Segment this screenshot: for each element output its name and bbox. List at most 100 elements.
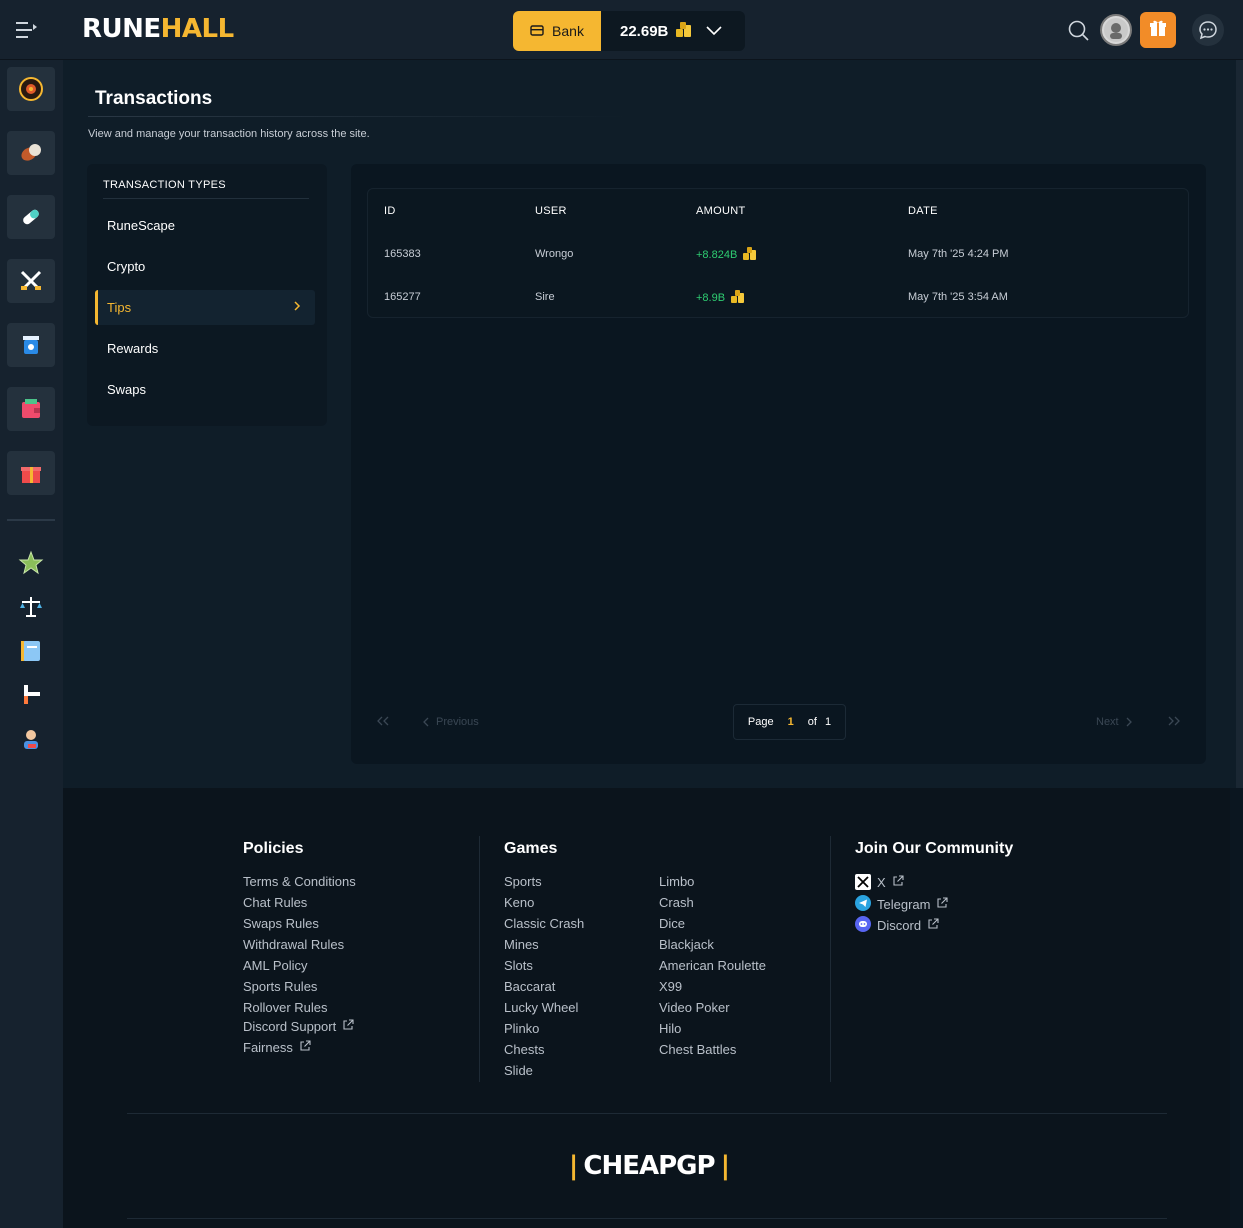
policies-heading: Policies <box>243 840 304 857</box>
type-item-tips[interactable]: Tips <box>95 290 315 325</box>
link-fairness[interactable]: Fairness <box>243 1040 311 1055</box>
sidebar-gift-icon[interactable] <box>7 451 55 495</box>
link-game[interactable]: Sports <box>504 874 542 889</box>
link-game[interactable]: Classic Crash <box>504 916 584 931</box>
cell-amount: +8.9B <box>696 289 746 306</box>
link-swaps-rules[interactable]: Swaps Rules <box>243 916 319 931</box>
link-game[interactable]: Video Poker <box>659 1000 730 1015</box>
link-sports-rules[interactable]: Sports Rules <box>243 979 317 994</box>
link-discord[interactable]: Discord <box>855 916 939 935</box>
sidebar-wallet-icon[interactable] <box>7 387 55 431</box>
sidebar-roulette-icon[interactable] <box>7 67 55 111</box>
link-game[interactable]: Dice <box>659 916 685 931</box>
type-item-crypto[interactable]: Crypto <box>95 249 315 284</box>
cell-amount: +8.824B <box>696 246 758 263</box>
transaction-types-heading: TRANSACTION TYPES <box>103 179 226 191</box>
cell-user: Wrongo <box>535 248 574 260</box>
column-header-amount[interactable]: AMOUNT <box>696 205 745 217</box>
link-game[interactable]: Baccarat <box>504 979 555 994</box>
link-game[interactable]: Chest Battles <box>659 1042 736 1057</box>
footer-separator <box>127 1113 1167 1114</box>
x-icon <box>855 874 871 890</box>
link-game[interactable]: Lucky Wheel <box>504 1000 578 1015</box>
external-link-icon <box>927 918 939 933</box>
transaction-types-divider <box>103 198 309 199</box>
type-item-runescape[interactable]: RuneScape <box>95 208 315 243</box>
sidebar-swords-icon[interactable] <box>7 259 55 303</box>
balance-dropdown[interactable]: 22.69B <box>601 11 745 51</box>
type-item-rewards[interactable]: Rewards <box>95 331 315 366</box>
brand-logo[interactable]: RUNEHALL <box>82 14 234 44</box>
table-row[interactable]: 165277 Sire +8.9B May 7th '25 3:54 AM <box>368 275 1190 317</box>
last-page-button[interactable] <box>1167 716 1181 726</box>
gold-coins-icon <box>742 246 758 263</box>
chevron-down-icon <box>706 23 722 40</box>
link-game[interactable]: American Roulette <box>659 958 766 973</box>
cell-date: May 7th '25 3:54 AM <box>908 291 1008 303</box>
link-telegram[interactable]: Telegram <box>855 895 949 914</box>
sidebar-scales-icon[interactable] <box>16 592 46 622</box>
footer: Policies Terms & Conditions Chat Rules S… <box>63 788 1230 1228</box>
first-page-button[interactable] <box>376 716 390 726</box>
cheapgp-logo[interactable]: | CHEAPGP | <box>559 1146 739 1186</box>
link-x[interactable]: X <box>855 874 904 890</box>
link-terms[interactable]: Terms & Conditions <box>243 874 356 889</box>
column-header-user[interactable]: USER <box>535 205 567 217</box>
link-game[interactable]: Mines <box>504 937 539 952</box>
link-chat-rules[interactable]: Chat Rules <box>243 895 307 910</box>
link-game[interactable]: X99 <box>659 979 682 994</box>
bank-label: Bank <box>552 23 584 39</box>
external-link-icon <box>936 897 949 912</box>
link-aml-policy[interactable]: AML Policy <box>243 958 308 973</box>
gift-button[interactable] <box>1140 12 1176 48</box>
scrollbar[interactable] <box>1236 60 1243 788</box>
external-link-icon <box>892 874 904 890</box>
previous-page-button[interactable]: Previous <box>422 716 479 728</box>
link-withdrawal-rules[interactable]: Withdrawal Rules <box>243 937 344 952</box>
link-game[interactable]: Limbo <box>659 874 694 889</box>
sidebar-notebook-icon[interactable] <box>16 636 46 666</box>
table-row[interactable]: 165383 Wrongo +8.824B May 7th '25 4:24 P… <box>368 232 1190 274</box>
bank-button[interactable]: Bank <box>513 11 601 51</box>
column-header-id[interactable]: ID <box>384 205 396 217</box>
link-game[interactable]: Hilo <box>659 1021 681 1036</box>
cell-date: May 7th '25 4:24 PM <box>908 248 1009 260</box>
community-heading: Join Our Community <box>855 840 1014 857</box>
chat-icon[interactable] <box>1192 14 1224 46</box>
games-heading: Games <box>504 840 558 857</box>
discord-icon <box>855 916 871 935</box>
sidebar-star-icon[interactable] <box>16 548 46 578</box>
page-subtitle: View and manage your transaction history… <box>88 128 370 140</box>
link-game[interactable]: Slide <box>504 1063 533 1078</box>
link-rollover-rules[interactable]: Rollover Rules <box>243 1000 328 1015</box>
cell-user: Sire <box>535 291 555 303</box>
sidebar-faucet-icon[interactable] <box>16 680 46 710</box>
footer-separator <box>127 1218 1167 1219</box>
external-link-icon <box>342 1019 354 1034</box>
search-icon[interactable] <box>1068 20 1090 47</box>
link-game[interactable]: Crash <box>659 895 694 910</box>
link-game[interactable]: Blackjack <box>659 937 714 952</box>
link-discord-support[interactable]: Discord Support <box>243 1019 354 1034</box>
transaction-types-panel: TRANSACTION TYPES RuneScape Crypto Tips … <box>87 164 327 426</box>
link-game[interactable]: Plinko <box>504 1021 539 1036</box>
link-game[interactable]: Slots <box>504 958 533 973</box>
next-page-button[interactable]: Next <box>1096 716 1133 728</box>
sidebar-toggle-icon[interactable] <box>14 18 40 42</box>
sidebar-sports-icon[interactable] <box>7 131 55 175</box>
sidebar-chest-icon[interactable] <box>7 323 55 367</box>
sidebar <box>0 60 63 1228</box>
sidebar-pill-icon[interactable] <box>7 195 55 239</box>
sidebar-support-agent-icon[interactable] <box>16 724 46 754</box>
type-item-swaps[interactable]: Swaps <box>95 372 315 407</box>
link-game[interactable]: Keno <box>504 895 534 910</box>
chevron-right-icon <box>293 300 301 315</box>
cell-id: 165277 <box>384 291 421 303</box>
transactions-panel: ID USER AMOUNT DATE 165383 Wrongo +8.824… <box>351 164 1206 764</box>
transactions-table: ID USER AMOUNT DATE 165383 Wrongo +8.824… <box>367 188 1189 318</box>
avatar[interactable] <box>1100 14 1132 46</box>
gold-coins-icon <box>730 289 746 306</box>
title-divider <box>88 116 628 117</box>
column-header-date[interactable]: DATE <box>908 205 938 217</box>
link-game[interactable]: Chests <box>504 1042 544 1057</box>
